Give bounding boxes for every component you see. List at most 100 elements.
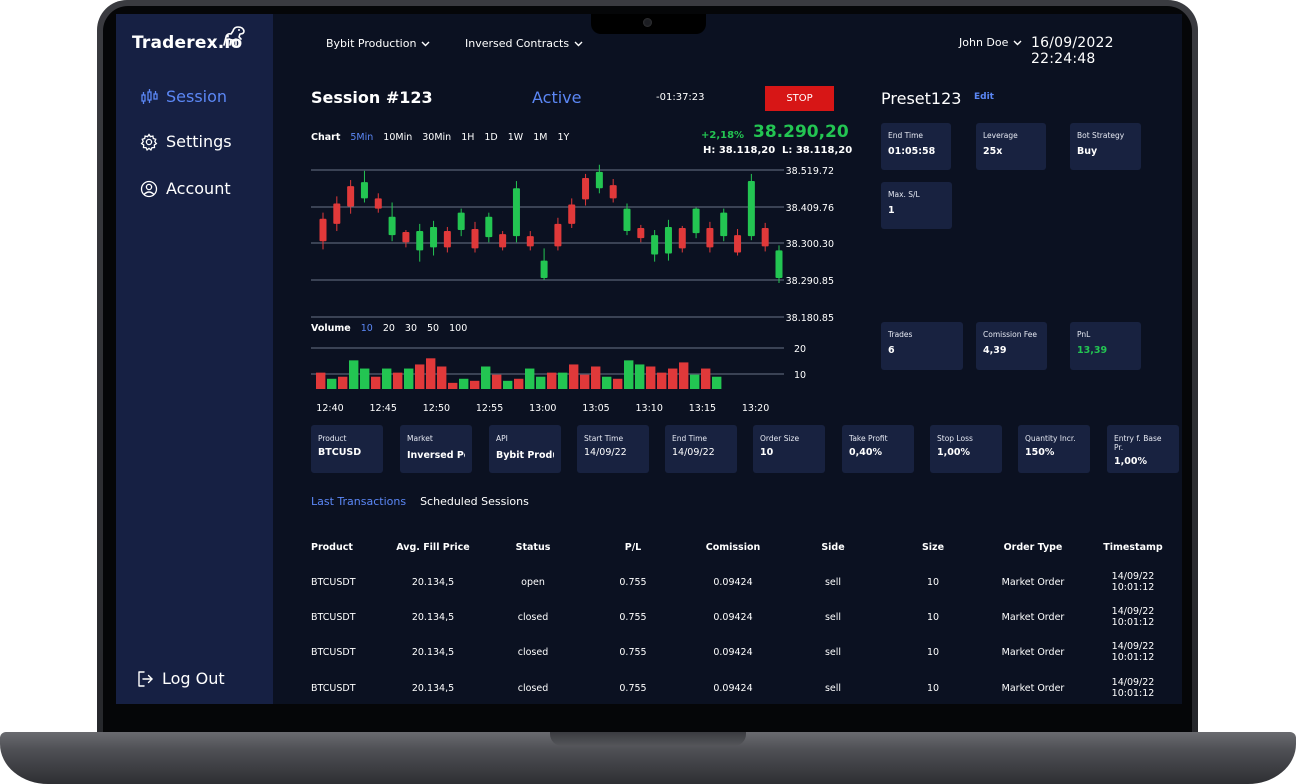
candle-body — [554, 223, 562, 247]
timestamp-date: 14/09/22 — [1111, 641, 1155, 652]
preset-edit-link[interactable]: Edit — [974, 92, 994, 102]
volume-option-100[interactable]: 100 — [449, 323, 467, 334]
logout-label: Log Out — [162, 669, 225, 688]
price-change: +2,18% — [701, 130, 745, 141]
param-label: Entry f. Base Pr. — [1114, 434, 1162, 452]
param-value: 0,40% — [849, 447, 882, 458]
table-cell-status: closed — [517, 612, 549, 623]
sidebar-item-label: Settings — [166, 132, 232, 151]
param-card-entry-base-price: Entry f. Base Pr. 1,00% — [1107, 425, 1179, 473]
candle-body — [402, 232, 410, 243]
candle-body — [734, 235, 742, 253]
table-cell-status: closed — [517, 683, 549, 694]
volume-bar — [503, 380, 513, 389]
volume-bar — [635, 364, 645, 389]
timestamp-time: 10:01:12 — [1111, 652, 1155, 663]
timeframe-1d[interactable]: 1D — [484, 132, 497, 143]
y-tick-label: 38.180.85 — [786, 313, 834, 324]
timestamp-date: 14/09/22 — [1111, 606, 1155, 617]
transactions-tabs: Last Transactions Scheduled Sessions — [311, 495, 529, 508]
table-cell-timestamp: 14/09/22 10:01:12 — [1098, 606, 1168, 628]
param-card-take-profit: Take Profit 0,40% — [842, 425, 914, 473]
param-value: 14/09/22 — [584, 447, 627, 458]
session-status: Active — [532, 88, 582, 107]
volume-option-20[interactable]: 20 — [383, 323, 395, 334]
candle-body — [512, 188, 520, 237]
column-header-size: Size — [921, 542, 945, 553]
timeframe-1m[interactable]: 1M — [533, 132, 547, 143]
table-cell-size: 10 — [926, 612, 940, 623]
card-label: Max. S/L — [888, 190, 920, 199]
table-cell-status: open — [521, 577, 545, 588]
environment-select[interactable]: Bybit Production — [326, 37, 430, 50]
logout-icon — [138, 670, 153, 687]
x-tick-label: 12:45 — [370, 403, 397, 414]
laptop-notch — [591, 14, 706, 34]
preset-card-leverage: Leverage 25x — [976, 123, 1046, 170]
volume-bar — [525, 368, 535, 389]
card-label: Bot Strategy — [1077, 131, 1125, 140]
volume-bar — [624, 360, 634, 389]
card-value: 25x — [983, 146, 1003, 157]
param-card-end-time: End Time 14/09/22 — [665, 425, 737, 473]
price-high: H: 38.118,20 — [703, 145, 776, 156]
x-tick-label: 13:00 — [529, 403, 556, 414]
volume-bar — [646, 366, 656, 389]
timeframe-1y[interactable]: 1Y — [557, 132, 569, 143]
column-header-comission: Comission — [705, 542, 761, 553]
volume-bar — [679, 362, 689, 389]
volume-option-30[interactable]: 30 — [405, 323, 417, 334]
param-value: 150% — [1025, 447, 1055, 458]
x-tick-label: 13:10 — [636, 403, 663, 414]
timeframe-1w[interactable]: 1W — [508, 132, 523, 143]
candle-body — [706, 227, 714, 248]
param-label: Start Time — [584, 434, 624, 443]
timestamp-time: 10:01:12 — [1111, 582, 1155, 593]
user-circle-icon — [140, 180, 158, 197]
card-label: Leverage — [983, 131, 1018, 140]
volume-bar — [492, 374, 502, 389]
param-card-api: API Bybit Production — [489, 425, 561, 473]
volume-bar — [701, 368, 711, 389]
volume-y-tick-label: 10 — [794, 370, 806, 381]
table-cell-order-type: Market Order — [1001, 612, 1065, 623]
sidebar-item-session[interactable]: Session — [140, 87, 227, 106]
stop-button[interactable]: STOP — [765, 86, 834, 111]
column-header-order-type: Order Type — [1003, 542, 1063, 553]
column-header-timestamp: Timestamp — [1103, 542, 1163, 553]
preset-card-bot-strategy: Bot Strategy Buy — [1070, 123, 1141, 170]
volume-option-10[interactable]: 10 — [361, 323, 373, 334]
volume-bar — [371, 376, 381, 389]
y-tick-label: 38.290.85 — [786, 276, 834, 287]
volume-option-50[interactable]: 50 — [427, 323, 439, 334]
timeframe-10min[interactable]: 10Min — [383, 132, 412, 143]
logout-button[interactable]: Log Out — [136, 669, 225, 688]
y-tick-label: 38.519.72 — [786, 166, 834, 177]
candle-body — [651, 235, 659, 255]
table-cell-status: closed — [517, 647, 549, 658]
sidebar-item-account[interactable]: Account — [140, 179, 231, 198]
current-datetime: 16/09/2022 22:24:48 — [1031, 35, 1114, 67]
table-cell-order-type: Market Order — [1001, 577, 1065, 588]
volume-bar — [668, 368, 678, 389]
card-value: 1 — [888, 205, 895, 216]
table-cell-pl: 0.755 — [619, 577, 647, 588]
contracts-select[interactable]: Inversed Contracts — [465, 37, 583, 50]
user-menu[interactable]: John Doe — [959, 36, 1022, 49]
card-label: Comission Fee — [983, 330, 1037, 339]
sidebar-item-label: Session — [166, 87, 228, 106]
timeframe-30min[interactable]: 30Min — [422, 132, 451, 143]
stat-card-comission-fee: Comission Fee 4,39 — [976, 322, 1047, 370]
timeframe-1h[interactable]: 1H — [461, 132, 474, 143]
card-value: 6 — [888, 345, 895, 356]
timeframe-5min[interactable]: 5Min — [350, 132, 373, 143]
gear-icon — [140, 132, 158, 151]
volume-bar — [712, 376, 722, 389]
tab-scheduled-sessions[interactable]: Scheduled Sessions — [420, 495, 529, 508]
sidebar-item-label: Account — [166, 179, 231, 198]
volume-bar — [602, 376, 612, 389]
tab-last-transactions[interactable]: Last Transactions — [311, 495, 406, 508]
param-value: 10 — [760, 447, 774, 458]
param-card-stop-loss: Stop Loss 1,00% — [930, 425, 1002, 473]
sidebar-item-settings[interactable]: Settings — [140, 132, 232, 151]
